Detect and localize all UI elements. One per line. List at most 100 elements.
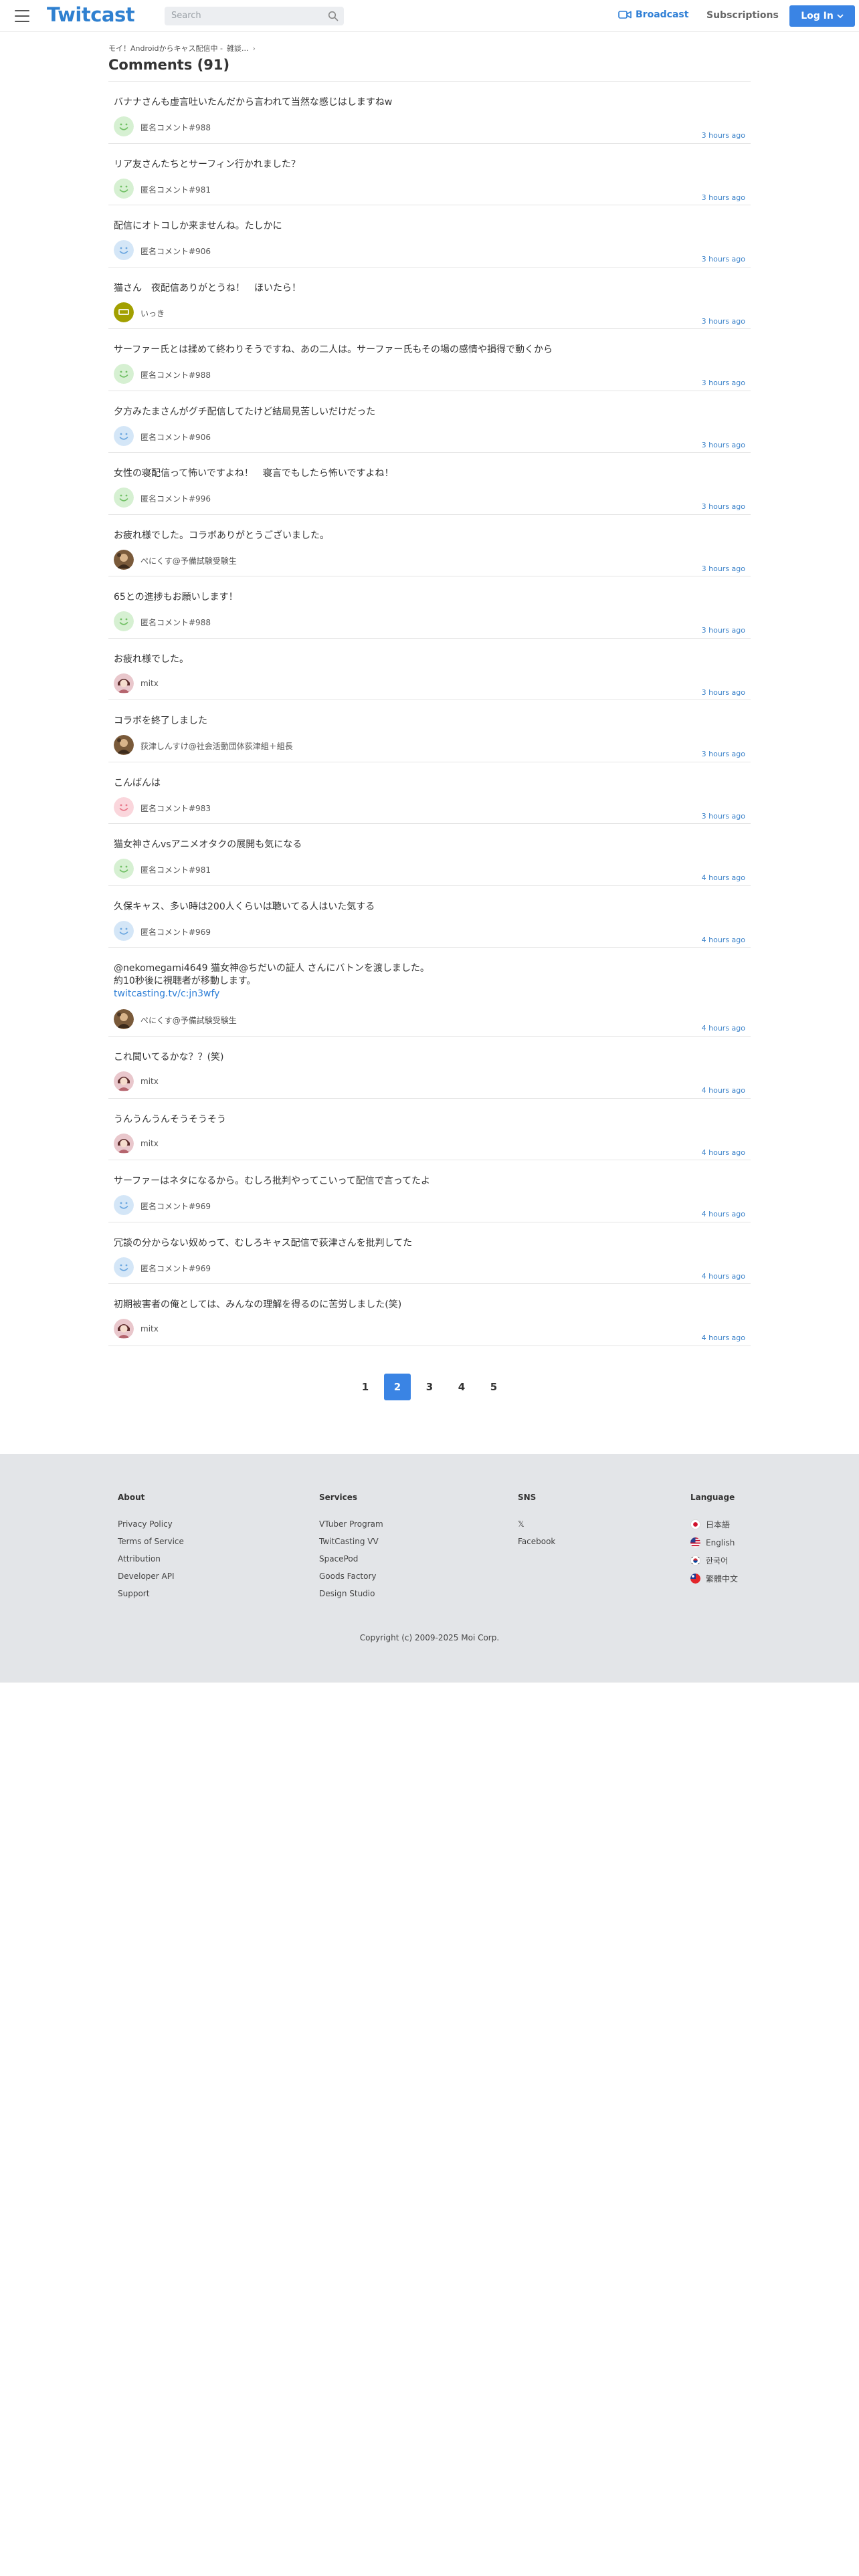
language-option-english[interactable]: English	[690, 1537, 738, 1547]
comment-text: サーファー氏とは揉めて終わりそうですね、あの二人は。サーファー氏もその場の感情や…	[114, 344, 553, 355]
comment-username[interactable]: 匿名コメント#988	[140, 617, 211, 628]
page-button-3[interactable]: 3	[416, 1374, 443, 1400]
comment-username[interactable]: 匿名コメント#983	[140, 802, 211, 814]
comment-item: サーファー氏とは揉めて終わりそうですね、あの二人は。サーファー氏もその場の感情や…	[108, 329, 751, 391]
comment-link[interactable]: twitcasting.tv/c:jn3wfy	[114, 988, 219, 1000]
comment-username[interactable]: 荻津しんすけ@社会活動団体荻津組＋組長	[140, 740, 293, 752]
comment-username[interactable]: 匿名コメント#969	[140, 1263, 211, 1274]
language-option-traditional-chinese[interactable]: 繁體中文	[690, 1574, 738, 1584]
comment-timestamp: 3 hours ago	[701, 626, 745, 635]
comment-text: 初期被害者の俺としては、みんなの理解を得るのに苦労しました(笑)	[114, 1299, 402, 1310]
broadcast-link[interactable]: Broadcast	[618, 9, 688, 20]
comment-item: 配信にオトコしか来ませんね。たしかに匿名コメント#906 3 hours ago	[108, 205, 751, 267]
comment-username[interactable]: 匿名コメント#988	[140, 369, 211, 381]
breadcrumb-item-live[interactable]: モイ！Androidからキャス配信中 -	[108, 43, 223, 53]
comment-username[interactable]: 匿名コメント#906	[140, 245, 211, 257]
main-content: モイ！Androidからキャス配信中 - 雑談... › Comments (9…	[108, 32, 751, 1346]
avatar[interactable]	[114, 549, 134, 570]
footer-link-privacy[interactable]: Privacy Policy	[118, 1519, 184, 1529]
footer-sns-title: SNS	[518, 1493, 537, 1502]
avatar[interactable]	[114, 364, 134, 384]
page-title: Comments (91)	[108, 57, 230, 73]
search-icon[interactable]	[328, 11, 339, 21]
footer-link-developer-api[interactable]: Developer API	[118, 1572, 184, 1582]
comment-text: 配信にオトコしか来ませんね。たしかに	[114, 221, 282, 231]
login-button[interactable]: Log In	[789, 5, 855, 27]
menu-icon[interactable]	[15, 10, 29, 22]
subscriptions-link[interactable]: Subscriptions	[706, 10, 779, 21]
comment-username[interactable]: いっき	[140, 308, 165, 319]
comment-list: バナナさんも虚言吐いたんだから言われて当然な感じはしますねw 匿名コメント#988…	[108, 81, 751, 1346]
comment-item: サーファーはネタになるから。むしろ批判やってこいって配信で言ってたよ匿名コメント…	[108, 1160, 751, 1222]
comment-item: バナナさんも虚言吐いたんだから言われて当然な感じはしますねw 匿名コメント#988…	[108, 82, 751, 144]
japan-flag-icon	[690, 1519, 700, 1529]
comment-username[interactable]: 匿名コメント#981	[140, 184, 211, 195]
avatar[interactable]	[114, 1133, 134, 1154]
twitcast-logo[interactable]: Twitcast	[47, 3, 135, 26]
comment-item: 夕方みたまさんがグチ配信してたけど結局見苦しいだけだった 匿名コメント#906 3 …	[108, 391, 751, 453]
comment-text: サーファーはネタになるから。むしろ批判やってこいって配信で言ってたよ	[114, 1176, 431, 1186]
footer-link-twitcasting-vv[interactable]: TwitCasting VV	[319, 1537, 383, 1547]
avatar[interactable]	[114, 178, 134, 199]
page-button-4[interactable]: 4	[448, 1374, 475, 1400]
comment-item: 猫女神さんvsアニメオタクの展開も気になる 匿名コメント#981 4 hours a…	[108, 824, 751, 886]
comment-username[interactable]: 匿名コメント#906	[140, 431, 211, 443]
comment-text: うんうんうんそうそうそう	[114, 1113, 226, 1125]
footer-about-title: About	[118, 1493, 145, 1502]
footer-link-facebook[interactable]: Facebook	[518, 1537, 555, 1547]
footer-link-support[interactable]: Support	[118, 1589, 184, 1599]
avatar[interactable]	[114, 1071, 134, 1091]
language-option-korean[interactable]: 한국어	[690, 1555, 738, 1566]
comment-username[interactable]: mitx	[140, 1324, 159, 1333]
avatar[interactable]	[114, 920, 134, 941]
comment-username[interactable]: 匿名コメント#981	[140, 864, 211, 875]
footer-link-x[interactable]: 𝕏	[518, 1519, 555, 1529]
footer-link-goods-factory[interactable]: Goods Factory	[319, 1572, 383, 1582]
footer-link-design-studio[interactable]: Design Studio	[319, 1589, 383, 1599]
footer-about-column: About Privacy Policy Terms of Service At…	[118, 1493, 184, 1606]
comment-username[interactable]: 匿名コメント#988	[140, 122, 211, 133]
avatar[interactable]	[114, 302, 134, 322]
comment-username[interactable]: 匿名コメント#969	[140, 1200, 211, 1212]
comment-text: お疲れ様でした。	[114, 653, 189, 665]
breadcrumb-item-category[interactable]: 雑談...	[227, 43, 249, 53]
avatar[interactable]	[114, 796, 134, 817]
footer-link-attribution[interactable]: Attribution	[118, 1554, 184, 1564]
avatar[interactable]	[114, 1319, 134, 1339]
avatar[interactable]	[114, 859, 134, 879]
avatar[interactable]	[114, 240, 134, 260]
comment-username[interactable]: mitx	[140, 679, 159, 688]
breadcrumb-chevron-icon: ›	[252, 43, 256, 53]
comment-text-line-2: 約10秒後に視聴者が移動します。	[114, 976, 256, 986]
avatar[interactable]	[114, 1009, 134, 1029]
avatar[interactable]	[114, 1257, 134, 1277]
comment-username[interactable]: mitx	[140, 1077, 159, 1086]
comment-username[interactable]: 匿名コメント#996	[140, 493, 211, 504]
comment-item: うんうんうんそうそうそう mitx 4 hours ago	[108, 1099, 751, 1160]
comment-username[interactable]: 匿名コメント#969	[140, 926, 211, 938]
page-button-5[interactable]: 5	[480, 1374, 507, 1400]
avatar[interactable]	[114, 611, 134, 631]
page-button-2[interactable]: 2	[384, 1374, 411, 1400]
comment-username[interactable]: ぺにくす@予備試験受験生	[140, 1014, 237, 1026]
avatar[interactable]	[114, 735, 134, 755]
language-option-japanese[interactable]: 日本語	[690, 1519, 738, 1529]
footer-link-spacepod[interactable]: SpacePod	[319, 1554, 383, 1564]
avatar[interactable]	[114, 673, 134, 693]
language-label-english: English	[706, 1537, 735, 1547]
footer-link-vtuber-program[interactable]: VTuber Program	[319, 1519, 383, 1529]
avatar[interactable]	[114, 425, 134, 446]
avatar[interactable]	[114, 488, 134, 508]
page-button-1[interactable]: 1	[352, 1374, 379, 1400]
avatar[interactable]	[114, 1195, 134, 1215]
footer-link-terms[interactable]: Terms of Service	[118, 1537, 184, 1547]
comment-timestamp: 3 hours ago	[701, 255, 745, 263]
comment-timestamp: 4 hours ago	[701, 1148, 745, 1157]
comment-text: 65との進捗もお願いします！	[114, 592, 238, 603]
comment-username[interactable]: mitx	[140, 1139, 159, 1148]
broadcast-label: Broadcast	[636, 9, 689, 20]
search-input[interactable]	[171, 11, 318, 21]
comment-username[interactable]: ぺにくす@予備試験受験生	[140, 555, 237, 566]
search-bar[interactable]	[165, 7, 344, 25]
avatar[interactable]	[114, 116, 134, 136]
